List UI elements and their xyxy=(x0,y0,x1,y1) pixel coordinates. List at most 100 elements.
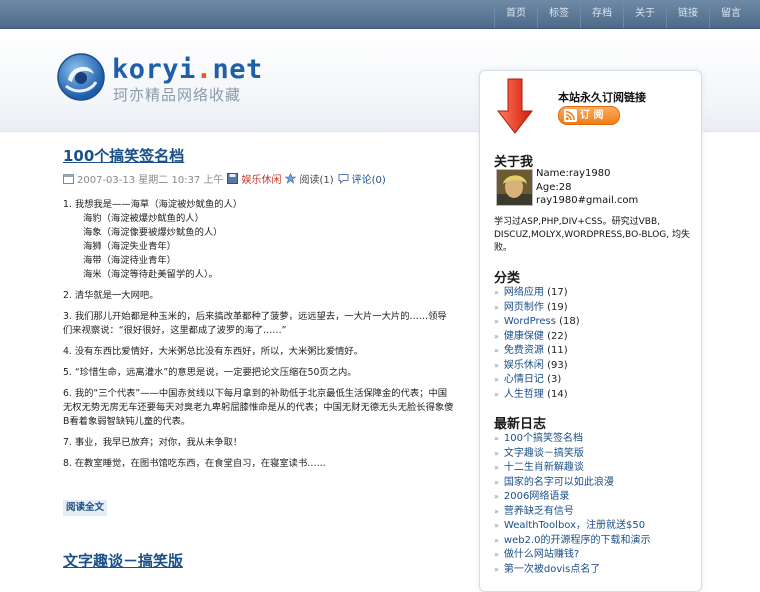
category-item[interactable]: » 人生哲理 (14) xyxy=(494,388,580,403)
bullet-icon: » xyxy=(494,521,499,530)
nav-home[interactable]: 首页 xyxy=(494,0,537,28)
profile-info: Name:ray1980 Age:28 ray1980#gmail.com xyxy=(536,167,638,208)
recent-post-item[interactable]: » 做什么网站赚钱? xyxy=(494,548,651,563)
bullet-icon: » xyxy=(494,346,499,355)
category-item[interactable]: » 免费资源 (11) xyxy=(494,344,580,359)
post-item-3: 3. 我们那儿开始都是种玉米的，后来搞改革都种了菠萝，远远望去，一大片一大片的…… xyxy=(63,311,447,336)
post-item-2: 2. 清华就是一大网吧。 xyxy=(63,290,159,301)
post-item-1-sub-4: 海带（海淀待业青年） xyxy=(83,255,176,266)
recent-post-link[interactable]: WealthToolbox，注册就送$50 xyxy=(504,520,645,531)
profile-age: Age:28 xyxy=(536,181,572,193)
nav-archive[interactable]: 存档 xyxy=(580,0,623,28)
category-name[interactable]: 人生哲理 xyxy=(504,389,544,400)
post-item-4: 4. 没有东西比爱情好，大米粥总比没有东西好，所以，大米粥比爱情好。 xyxy=(63,346,364,357)
post-item-8: 8. 在教室睡觉，在图书馆吃东西，在食堂自习，在寝室读书…… xyxy=(63,458,326,469)
recent-post-link[interactable]: 第一次被dovis点名了 xyxy=(504,564,600,575)
post-item-1-sub-5: 海米（海淀等待赴美留学的人）。 xyxy=(83,269,218,280)
recent-post-item[interactable]: » 十二生肖新解趣谈 xyxy=(494,461,651,476)
recent-post-item[interactable]: » 2006网络语录 xyxy=(494,490,651,505)
category-count: (11) xyxy=(547,345,568,356)
avatar xyxy=(496,169,533,206)
categories-heading: 分类 xyxy=(494,271,521,286)
top-nav-bar: 首页 标签 存档 关于 链接 留言 xyxy=(0,0,760,29)
logo-name-part-b: net xyxy=(212,54,263,85)
rss-subscribe-button[interactable]: 订 阅 xyxy=(558,106,620,125)
nav-links[interactable]: 链接 xyxy=(666,0,709,28)
category-name[interactable]: 免费资源 xyxy=(504,345,544,356)
recent-post-link[interactable]: 营养缺乏有信号 xyxy=(504,506,574,517)
read-more-link[interactable]: 阅读全文 xyxy=(63,500,108,516)
bullet-icon: » xyxy=(494,463,499,472)
recent-post-item[interactable]: » web2.0的开源程序的下载和演示 xyxy=(494,534,651,549)
post-title[interactable]: 100个搞笑签名档 xyxy=(63,146,455,166)
recent-post-link[interactable]: 十二生肖新解趣谈 xyxy=(504,462,584,473)
profile-email: ray1980#gmail.com xyxy=(536,195,639,206)
bullet-icon: » xyxy=(494,389,499,399)
category-count: (93) xyxy=(547,359,568,371)
post-title-2[interactable]: 文字趣谈－搞笑版 xyxy=(63,551,183,571)
category-item[interactable]: » 娱乐休闲 (93) xyxy=(494,359,580,374)
save-disk-icon xyxy=(227,172,239,184)
recent-post-item[interactable]: » 文字趣谈－搞笑版 xyxy=(494,447,651,462)
recent-post-link[interactable]: 100个搞笑签名档 xyxy=(504,433,583,444)
recent-posts-list: » 100个搞笑签名档 » 文字趣谈－搞笑版 » 十二生肖新解趣谈 » 国家的名字可以如… xyxy=(494,432,651,577)
category-count: (19) xyxy=(547,301,568,313)
sidebar: 本站永久订阅链接 订 阅 关于我 Name:ray1980 Age:28 ray… xyxy=(479,70,702,592)
recent-post-link[interactable]: 2006网络语录 xyxy=(504,491,569,502)
category-name[interactable]: 娱乐休闲 xyxy=(504,360,544,371)
category-item[interactable]: » WordPress (18) xyxy=(494,315,580,330)
post-item-1-sub-3: 海狮（海淀失业青年） xyxy=(83,241,176,252)
site-logo-name[interactable]: koryi.net xyxy=(112,54,263,85)
post-item-5: 5. “珍惜生命，远离灌水”的意思是说，一定要把论文压缩在50页之内。 xyxy=(63,367,357,378)
recent-post-link[interactable]: 做什么网站赚钱? xyxy=(504,549,579,560)
comment-bubble-icon xyxy=(338,173,349,184)
recent-post-link[interactable]: 国家的名字可以如此浪漫 xyxy=(504,477,614,488)
category-item[interactable]: » 心情日记 (3) xyxy=(494,373,580,388)
about-heading: 关于我 xyxy=(494,155,534,170)
top-nav: 首页 标签 存档 关于 链接 留言 xyxy=(494,0,752,28)
post-meta: 2007-03-13 星期二 10:37 上午 娱乐休闲 阅读(1) 评论(0) xyxy=(63,170,455,186)
post-reads: 阅读(1) xyxy=(299,174,334,186)
post-category-link[interactable]: 娱乐休闲 xyxy=(241,171,281,186)
bullet-icon: » xyxy=(494,477,499,487)
recent-post-item[interactable]: » WealthToolbox，注册就送$50 xyxy=(494,519,651,534)
category-name[interactable]: 网络应用 xyxy=(504,287,544,298)
post-item-1-sub-1: 海豹（海淀被爆炒鱿鱼的人） xyxy=(83,213,204,224)
category-name[interactable]: 心情日记 xyxy=(504,374,544,385)
post-item-7: 7. 事业，我早已放弃；对你，我从未争取！ xyxy=(63,437,243,448)
bullet-icon: » xyxy=(494,288,499,297)
category-name[interactable]: WordPress xyxy=(504,316,556,327)
profile-bio: 学习过ASP,PHP,DIV+CSS。研究过VBB, DISCUZ,MOLYX,… xyxy=(494,217,690,253)
main-content: 100个搞笑签名档 2007-03-13 星期二 10:37 上午 娱乐休闲 阅… xyxy=(63,146,455,516)
category-item[interactable]: » 网页制作 (19) xyxy=(494,301,580,316)
category-item[interactable]: » 健康保健 (22) xyxy=(494,330,580,345)
calendar-icon xyxy=(63,173,74,184)
category-item[interactable]: » 网络应用 (17) xyxy=(494,286,580,301)
category-count: (22) xyxy=(547,330,568,342)
category-name[interactable]: 健康保健 xyxy=(504,331,544,342)
recent-post-item[interactable]: » 100个搞笑签名档 xyxy=(494,432,651,447)
nav-guestbook[interactable]: 留言 xyxy=(709,0,752,28)
bullet-icon: » xyxy=(494,492,499,501)
post-comments-link[interactable]: 评论(0) xyxy=(352,171,386,186)
recent-post-item[interactable]: » 国家的名字可以如此浪漫 xyxy=(494,476,651,491)
logo-name-part-a: koryi xyxy=(112,54,196,85)
nav-about[interactable]: 关于 xyxy=(623,0,666,28)
post-item-1: 1. 我想我是——海草（海淀被炒鱿鱼的人） 海豹（海淀被爆炒鱿鱼的人） 海象（海… xyxy=(63,198,455,282)
logo-name-dot: . xyxy=(195,54,213,85)
bullet-icon: » xyxy=(494,302,499,312)
logo-swirl-icon[interactable] xyxy=(56,52,106,102)
down-arrow-icon xyxy=(496,78,534,134)
bullet-icon: » xyxy=(494,564,499,574)
category-name[interactable]: 网页制作 xyxy=(504,302,544,313)
recent-post-link[interactable]: web2.0的开源程序的下载和演示 xyxy=(504,535,651,546)
bullet-icon: » xyxy=(494,434,499,443)
bullet-icon: » xyxy=(494,317,499,326)
rss-button-label: 订 阅 xyxy=(580,110,604,121)
nav-tags[interactable]: 标签 xyxy=(537,0,580,28)
post-item-1-sub-2: 海象（海淀像要被爆炒鱿鱼的人） xyxy=(83,227,223,238)
recent-post-item[interactable]: » 营养缺乏有信号 xyxy=(494,505,651,520)
post-item-1-text: 1. 我想我是——海草（海淀被炒鱿鱼的人） xyxy=(63,199,243,210)
bullet-icon: » xyxy=(494,448,499,458)
recent-post-link[interactable]: 文字趣谈－搞笑版 xyxy=(504,448,584,459)
